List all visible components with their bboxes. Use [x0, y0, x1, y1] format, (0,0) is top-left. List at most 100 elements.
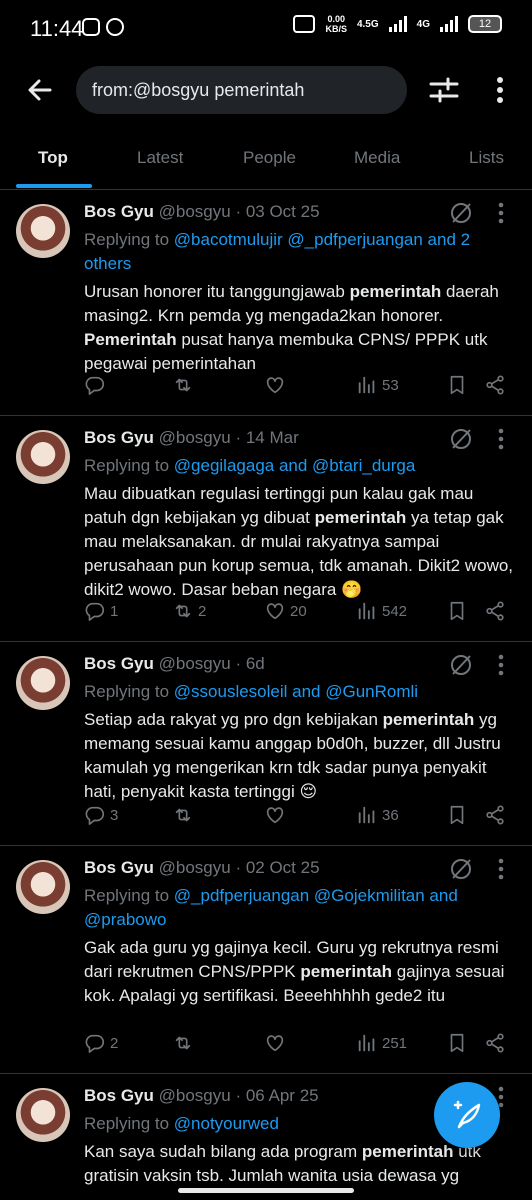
tweet-actions: 1 2 20 542: [84, 600, 516, 626]
tab-latest[interactable]: Latest: [137, 148, 183, 168]
replying-prefix: Replying to: [84, 230, 174, 249]
author-name[interactable]: Bos Gyu: [84, 654, 154, 673]
share-button[interactable]: [484, 374, 506, 396]
tweet-more-button[interactable]: [490, 426, 512, 452]
like-button[interactable]: [264, 1032, 290, 1054]
reply-button[interactable]: 1: [84, 600, 118, 622]
share-button[interactable]: [484, 600, 506, 622]
author-name[interactable]: Bos Gyu: [84, 1086, 154, 1105]
views-button[interactable]: 251: [356, 1032, 407, 1054]
tweet-more-button[interactable]: [490, 200, 512, 226]
views-button[interactable]: 542: [356, 600, 407, 622]
author-name[interactable]: Bos Gyu: [84, 858, 154, 877]
highlighted-keyword: pemerintah: [382, 710, 475, 729]
views-button-count: 542: [382, 602, 408, 620]
like-button-count: 20: [290, 602, 307, 620]
reply-button[interactable]: 2: [84, 1032, 118, 1054]
author-handle-date: @bosgyu · 6d: [158, 654, 265, 673]
reply-mentions[interactable]: @notyourwed: [174, 1114, 279, 1133]
repost-button[interactable]: [172, 804, 198, 826]
bookmark-button[interactable]: [446, 804, 468, 826]
tweet-text[interactable]: Setiap ada rakyat yg pro dgn kebijakan p…: [84, 708, 516, 804]
status-right: 0.00 KB/S 4.5G 4G 12: [293, 14, 502, 34]
highlighted-keyword: Pemerintah: [84, 330, 177, 349]
views-icon: [358, 1034, 375, 1052]
battery-icon: 12: [468, 15, 502, 33]
highlighted-keyword: pemerintah: [361, 1142, 454, 1161]
tweet-text[interactable]: Kan saya sudah bilang ada program pemeri…: [84, 1140, 516, 1188]
tweet-text[interactable]: Mau dibuatkan regulasi tertinggi pun kal…: [84, 482, 516, 602]
tweet-header: Bos Gyu @bosgyu · 02 Oct 25: [84, 858, 320, 878]
tab-media[interactable]: Media: [354, 148, 400, 168]
text-segment: Urusan honorer itu tanggungjawab: [84, 282, 350, 301]
more-vertical-icon: [498, 428, 504, 450]
like-button[interactable]: [264, 804, 290, 826]
avatar[interactable]: [16, 860, 70, 914]
tweet[interactable]: Bos Gyu @bosgyu · 02 Oct 25 Replying to @…: [0, 846, 532, 1074]
network-type-2: 4G: [416, 18, 430, 30]
tweet-text[interactable]: Gak ada guru yg gajinya kecil. Guru yg r…: [84, 936, 516, 1008]
network-speed-value: 0.00: [327, 14, 345, 24]
bookmark-button[interactable]: [446, 374, 468, 396]
replying-to: Replying to @gegilagaga and @btari_durga: [84, 454, 504, 478]
avatar[interactable]: [16, 204, 70, 258]
share-icon: [486, 1033, 504, 1053]
tab-top[interactable]: Top: [38, 148, 68, 168]
bookmark-button[interactable]: [446, 1032, 468, 1054]
reply-icon: [85, 1034, 105, 1053]
tweet-more-button[interactable]: [490, 652, 512, 678]
avatar[interactable]: [16, 1088, 70, 1142]
like-button[interactable]: [264, 374, 290, 396]
repost-button[interactable]: 2: [172, 600, 206, 622]
replying-to: Replying to @ssouslesoleil and @GunRomli: [84, 680, 504, 704]
grok-button[interactable]: [448, 856, 474, 882]
avatar[interactable]: [16, 430, 70, 484]
reply-mentions[interactable]: @gegilagaga and @btari_durga: [174, 456, 416, 475]
tweet-more-button[interactable]: [490, 856, 512, 882]
grok-button[interactable]: [448, 652, 474, 678]
tab-people[interactable]: People: [243, 148, 296, 168]
repost-button[interactable]: [172, 1032, 198, 1054]
views-button[interactable]: 36: [356, 804, 399, 826]
avatar[interactable]: [16, 656, 70, 710]
more-vertical-icon: [497, 77, 503, 103]
tab-lists[interactable]: Lists: [469, 148, 504, 168]
highlighted-keyword: pemerintah: [349, 282, 442, 301]
share-button[interactable]: [484, 1032, 506, 1054]
gesture-navigation-bar[interactable]: [178, 1188, 354, 1193]
author-name[interactable]: Bos Gyu: [84, 202, 154, 221]
compose-button[interactable]: [434, 1082, 500, 1148]
share-button[interactable]: [484, 804, 506, 826]
views-button[interactable]: 53: [356, 374, 399, 396]
like-button[interactable]: 20: [264, 600, 307, 622]
tweet[interactable]: Bos Gyu @bosgyu · 03 Oct 25 Replying to @…: [0, 190, 532, 416]
back-button[interactable]: [24, 74, 56, 106]
status-notification-icons: [82, 18, 124, 36]
tweet[interactable]: Bos Gyu @bosgyu · 6d Replying to @ssousle…: [0, 642, 532, 846]
share-icon: [486, 601, 504, 621]
bookmark-button[interactable]: [446, 600, 468, 622]
repost-button-count: 2: [198, 602, 207, 620]
author-name[interactable]: Bos Gyu: [84, 428, 154, 447]
reply-button[interactable]: 3: [84, 804, 118, 826]
grok-button[interactable]: [448, 200, 474, 226]
tweet-header: Bos Gyu @bosgyu · 14 Mar: [84, 428, 299, 448]
reply-button-count: 1: [110, 602, 119, 620]
grok-button[interactable]: [448, 426, 474, 452]
replying-prefix: Replying to: [84, 456, 174, 475]
reply-button[interactable]: [84, 374, 110, 396]
share-icon: [486, 375, 504, 395]
bookmark-icon: [450, 1033, 464, 1053]
grok-icon: [451, 859, 471, 879]
reply-mentions[interactable]: @ssouslesoleil and @GunRomli: [174, 682, 418, 701]
bookmark-icon: [450, 375, 464, 395]
author-handle-date: @bosgyu · 06 Apr 25: [158, 1086, 319, 1105]
tweet-text[interactable]: Urusan honorer itu tanggungjawab pemerin…: [84, 280, 516, 376]
search-input[interactable]: from:@bosgyu pemerintah: [76, 66, 407, 114]
repost-button[interactable]: [172, 374, 198, 396]
views-button-count: 36: [382, 806, 399, 824]
tweet[interactable]: Bos Gyu @bosgyu · 14 Mar Replying to @geg…: [0, 416, 532, 642]
reply-button-count: 2: [110, 1034, 119, 1052]
more-options-button[interactable]: [488, 74, 512, 106]
filter-button[interactable]: [428, 74, 460, 106]
